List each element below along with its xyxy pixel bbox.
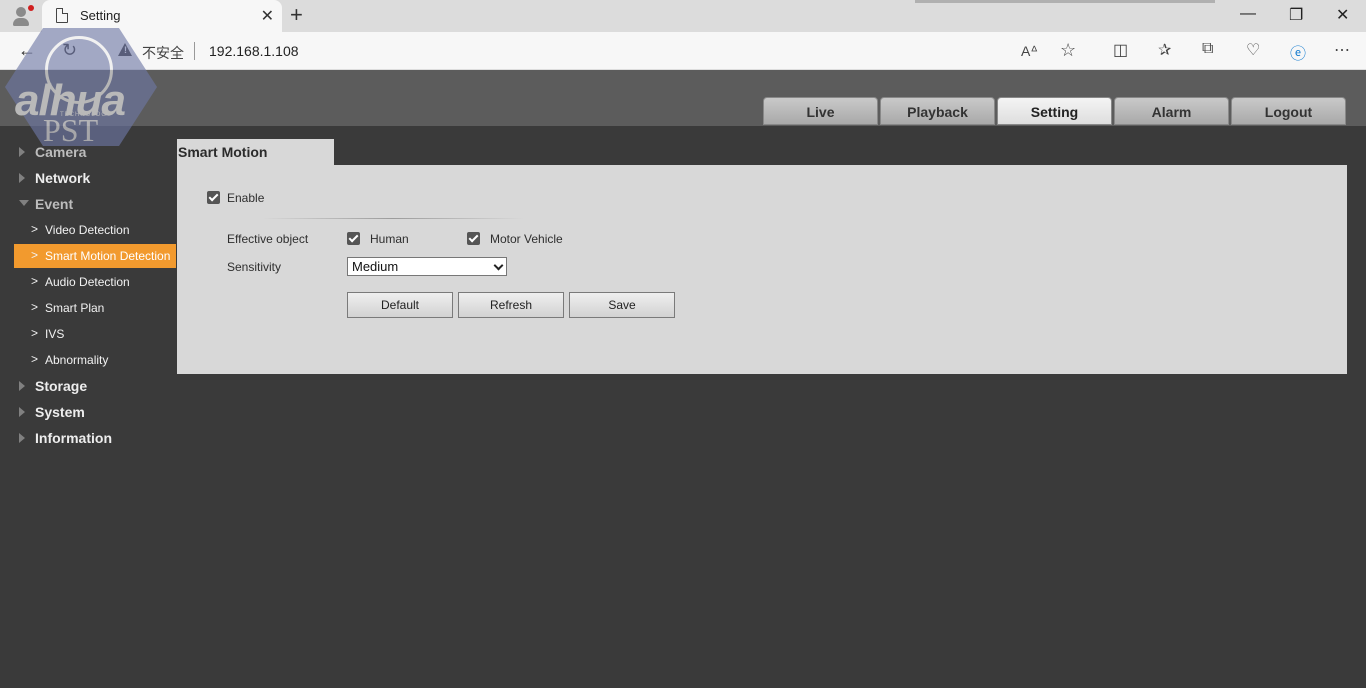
sidebar-item-system[interactable]: System	[35, 404, 85, 420]
settings-sidebar	[0, 126, 176, 688]
new-tab-icon[interactable]: +	[290, 2, 303, 28]
sidebar-item-abnormality[interactable]: > Abnormality	[14, 348, 176, 372]
chevron-down-icon	[493, 260, 504, 271]
extensions-icon[interactable]: ♡	[1246, 40, 1260, 60]
tab-setting[interactable]: Setting	[997, 97, 1112, 125]
page-icon	[56, 8, 68, 23]
motor-vehicle-checkbox[interactable]	[467, 232, 480, 245]
tab-alarm[interactable]: Alarm	[1114, 97, 1229, 125]
sidebar-item-storage[interactable]: Storage	[35, 378, 87, 394]
split-screen-icon[interactable]: ◫	[1113, 40, 1128, 60]
sidebar-item-smart-motion-detection[interactable]: > Smart Motion Detection	[14, 244, 176, 268]
chevron-right-icon: >	[31, 248, 39, 262]
minimize-icon[interactable]: —	[1240, 5, 1256, 23]
sensitivity-label: Sensitivity	[227, 260, 282, 274]
panel-title: Smart Motion Detection	[177, 139, 334, 187]
favorites-icon[interactable]: ✰	[1158, 40, 1171, 60]
profile-icon[interactable]	[10, 5, 34, 27]
tab-title: Setting	[80, 8, 121, 23]
read-aloud-icon[interactable]: Aᐞ	[1021, 43, 1038, 60]
sidebar-item-smart-plan[interactable]: > Smart Plan	[14, 296, 176, 320]
sidebar-item-audio-detection[interactable]: > Audio Detection	[14, 270, 176, 294]
sensitivity-value: Medium	[352, 259, 399, 274]
sidebar-item-network[interactable]: Network	[35, 170, 90, 186]
section-divider	[262, 218, 524, 219]
default-button[interactable]: Default	[347, 292, 453, 318]
url-text[interactable]: 192.168.1.108	[209, 43, 299, 59]
enable-label: Enable	[227, 191, 265, 205]
chevron-right-icon: >	[31, 300, 39, 314]
human-checkbox[interactable]	[347, 232, 360, 245]
human-label: Human	[370, 232, 409, 246]
network-expand-icon[interactable]	[19, 173, 25, 183]
chevron-right-icon: >	[31, 326, 39, 340]
favorite-star-icon[interactable]: ☆	[1060, 40, 1076, 61]
sidebar-item-camera[interactable]: Camera	[35, 144, 86, 160]
system-expand-icon[interactable]	[19, 407, 25, 417]
top-strip	[915, 0, 1215, 3]
effective-object-label: Effective object	[227, 232, 309, 246]
storage-expand-icon[interactable]	[19, 381, 25, 391]
address-divider	[194, 42, 195, 60]
close-window-icon[interactable]: ✕	[1336, 5, 1349, 25]
tab-playback[interactable]: Playback	[880, 97, 995, 125]
save-button[interactable]: Save	[569, 292, 675, 318]
collections-icon[interactable]: ⧉	[1202, 40, 1213, 58]
sensitivity-select[interactable]: Medium	[347, 257, 507, 276]
information-expand-icon[interactable]	[19, 433, 25, 443]
restore-icon[interactable]: ❐	[1289, 5, 1303, 25]
chevron-right-icon: >	[31, 222, 39, 236]
tab-logout[interactable]: Logout	[1231, 97, 1346, 125]
browser-tab-bar: Setting ✕ + — ❐ ✕	[0, 0, 1366, 32]
edge-icon[interactable]: ⓔ	[1290, 40, 1306, 64]
camera-expand-icon[interactable]	[19, 147, 25, 157]
motor-vehicle-label: Motor Vehicle	[490, 232, 563, 246]
chevron-right-icon: >	[31, 352, 39, 366]
sidebar-item-video-detection[interactable]: > Video Detection	[14, 218, 176, 242]
more-menu-icon[interactable]: ⋯	[1334, 40, 1350, 60]
event-collapse-icon[interactable]	[19, 200, 29, 206]
chevron-right-icon: >	[31, 274, 39, 288]
refresh-button[interactable]: Refresh	[458, 292, 564, 318]
sidebar-item-event[interactable]: Event	[35, 196, 73, 212]
tab-live[interactable]: Live	[763, 97, 878, 125]
enable-checkbox[interactable]	[207, 191, 220, 204]
tab-close-icon[interactable]: ✕	[261, 6, 274, 26]
sidebar-item-information[interactable]: Information	[35, 430, 112, 446]
sidebar-item-ivs[interactable]: > IVS	[14, 322, 176, 346]
